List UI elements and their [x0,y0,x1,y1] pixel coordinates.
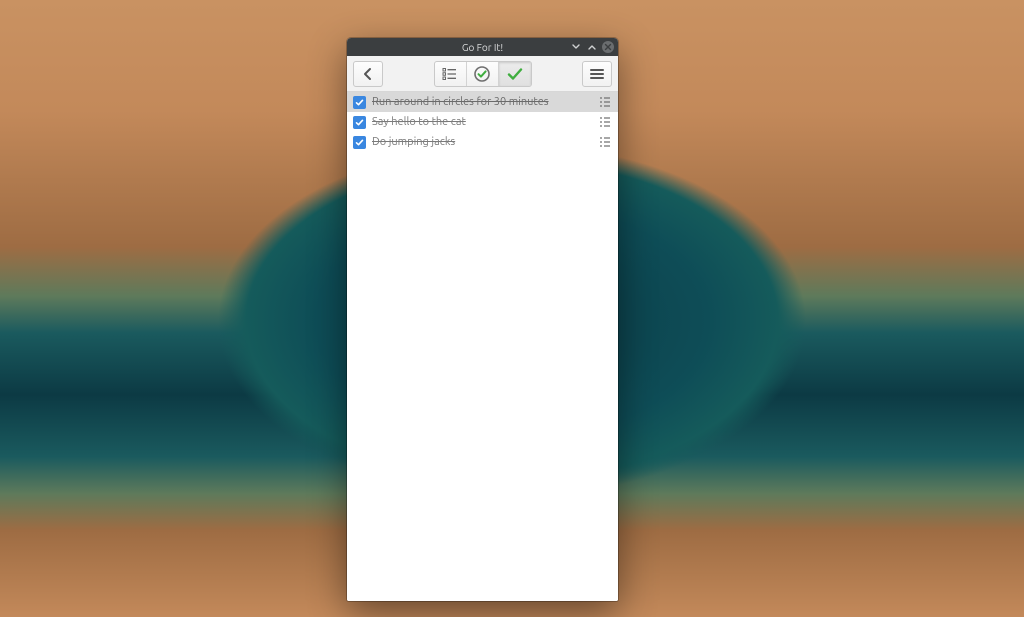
timer-check-icon [473,65,491,83]
drag-handle-icon[interactable] [600,97,612,107]
task-checkbox[interactable] [353,136,366,149]
task-row[interactable]: Say hello to the cat [347,112,618,132]
titlebar[interactable]: Go For It! [347,38,618,56]
task-checkbox[interactable] [353,116,366,129]
maximize-button[interactable] [586,41,598,53]
close-button[interactable] [602,41,614,53]
back-button[interactable] [353,61,383,87]
checkmark-icon [355,98,364,107]
check-icon [506,65,524,83]
checkmark-icon [355,138,364,147]
list-icon [442,67,458,81]
task-label: Run around in circles for 30 minutes [372,96,594,108]
toolbar [347,56,618,92]
menu-button[interactable] [582,61,612,87]
drag-handle-icon[interactable] [600,117,612,127]
task-label: Say hello to the cat [372,116,594,128]
window-title: Go For It! [462,42,503,53]
view-switcher [434,61,532,87]
desktop-wallpaper: Go For It! [0,0,1024,617]
minimize-button[interactable] [570,41,582,53]
task-row[interactable]: Do jumping jacks [347,132,618,152]
checkmark-icon [355,118,364,127]
window-controls [570,38,614,56]
task-checkbox[interactable] [353,96,366,109]
tab-timer[interactable] [467,62,499,86]
tab-done[interactable] [499,62,531,86]
chevron-left-icon [361,67,375,81]
tab-todo[interactable] [435,62,467,86]
hamburger-icon [590,68,604,80]
done-task-list[interactable]: Run around in circles for 30 minutes Say… [347,92,618,601]
app-window-go-for-it: Go For It! [347,38,618,601]
task-label: Do jumping jacks [372,136,594,148]
drag-handle-icon[interactable] [600,137,612,147]
task-row[interactable]: Run around in circles for 30 minutes [347,92,618,112]
